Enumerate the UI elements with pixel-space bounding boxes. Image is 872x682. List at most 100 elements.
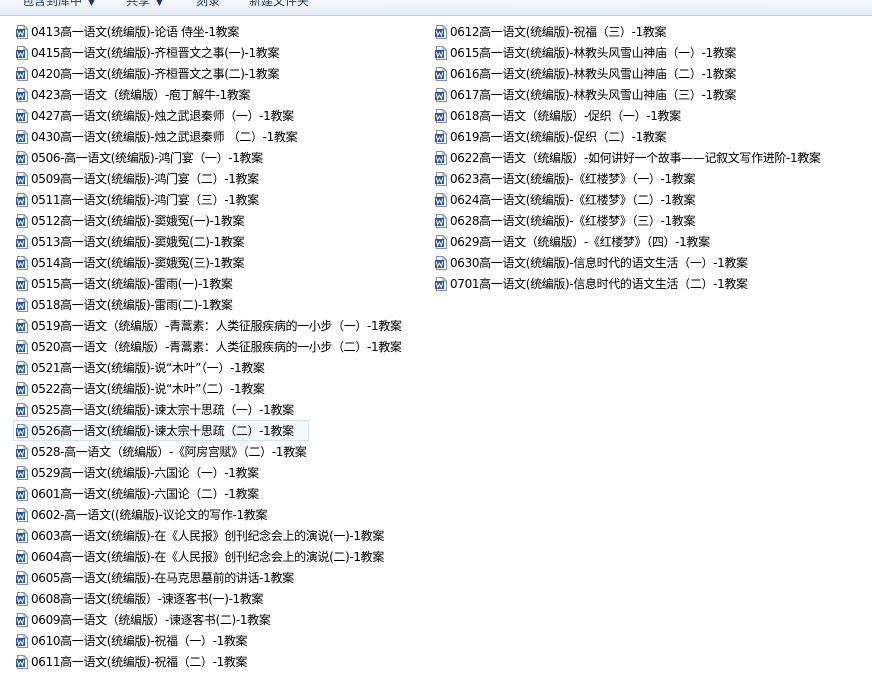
word-document-icon bbox=[16, 45, 28, 60]
file-item[interactable]: 0617高一语文(统编版)-林教头风雪山神庙（三）-1教案 bbox=[432, 84, 852, 105]
file-item[interactable]: 0514高一语文(统编版)-窦娥冤(三)-1教案 bbox=[13, 252, 429, 273]
file-item[interactable]: 0701高一语文(统编版)-信息时代的语文生活（二）-1教案 bbox=[432, 273, 852, 294]
word-document-icon bbox=[16, 24, 28, 39]
word-document-icon bbox=[16, 549, 28, 564]
file-item[interactable]: 0605高一语文(统编版)-在马克思墓前的讲话-1教案 bbox=[13, 567, 429, 588]
file-item[interactable]: 0610高一语文(统编版)-祝福（一）-1教案 bbox=[13, 630, 429, 651]
file-name: 0615高一语文(统编版)-林教头风雪山神庙（一）-1教案 bbox=[450, 45, 737, 60]
file-name: 0701高一语文(统编版)-信息时代的语文生活（二）-1教案 bbox=[450, 276, 748, 291]
file-item[interactable]: 0509高一语文(统编版)-鸿门宴（二）-1教案 bbox=[13, 168, 429, 189]
file-name: 0617高一语文(统编版)-林教头风雪山神庙（三）-1教案 bbox=[450, 87, 737, 102]
file-name: 0612高一语文(统编版)-祝福（三）-1教案 bbox=[450, 24, 667, 39]
file-item[interactable]: 0630高一语文(统编版)-信息时代的语文生活（一）-1教案 bbox=[432, 252, 852, 273]
file-item[interactable]: 0618高一语文（统编版）-促织（一）-1教案 bbox=[432, 105, 852, 126]
file-item[interactable]: 0522高一语文(统编版)-说“木叶”（二）-1教案 bbox=[13, 378, 429, 399]
word-document-icon bbox=[16, 297, 28, 312]
word-document-icon bbox=[435, 255, 447, 270]
explorer-window: 包含到库中 ▼ 共享 ▼ 刻录 新建文件夹 0413高一语文(统编版)-论语 侍坐-… bbox=[0, 0, 872, 682]
file-item[interactable]: 0513高一语文(统编版)-窦娥冤(二)-1教案 bbox=[13, 231, 429, 252]
file-name: 0623高一语文(统编版)-《红楼梦》（一）-1教案 bbox=[450, 171, 696, 186]
file-item[interactable]: 0604高一语文(统编版)-在《人民报》创刊纪念会上的演说(二)-1教案 bbox=[13, 546, 429, 567]
file-name: 0528-高一语文（统编版）-《阿房宫赋》（二）-1教案 bbox=[31, 444, 307, 459]
file-name: 0602-高一语文((统编版)-议论文的写作-1教案 bbox=[31, 507, 268, 522]
file-item[interactable]: 0520高一语文（统编版）-青蒿素：人类征服疾病的一小步（二）-1教案 bbox=[13, 336, 429, 357]
word-document-icon bbox=[16, 591, 28, 606]
file-item[interactable]: 0518高一语文(统编版)-雷雨(二)-1教案 bbox=[13, 294, 429, 315]
word-document-icon bbox=[16, 213, 28, 228]
file-column-left: 0413高一语文(统编版)-论语 侍坐-1教案 0415高一语文(统编版)-齐桓晋… bbox=[13, 21, 429, 672]
file-item[interactable]: 0616高一语文(统编版)-林教头风雪山神庙（二）-1教案 bbox=[432, 63, 852, 84]
chevron-down-icon: ▼ bbox=[156, 0, 163, 8]
file-item[interactable]: 0413高一语文(统编版)-论语 侍坐-1教案 bbox=[13, 21, 429, 42]
file-name: 0415高一语文(统编版)-齐桓晋文之事(一)-1教案 bbox=[31, 45, 280, 60]
file-item[interactable]: 0601高一语文(统编版)-六国论（二）-1教案 bbox=[13, 483, 429, 504]
file-name: 0603高一语文(统编版)-在《人民报》创刊纪念会上的演说(一)-1教案 bbox=[31, 528, 384, 543]
file-name: 0515高一语文(统编版)-雷雨(一)-1教案 bbox=[31, 276, 233, 291]
file-item[interactable]: 0615高一语文(统编版)-林教头风雪山神庙（一）-1教案 bbox=[432, 42, 852, 63]
new-folder-button[interactable]: 新建文件夹 bbox=[249, 0, 309, 9]
word-document-icon bbox=[16, 507, 28, 522]
file-item[interactable]: 0526高一语文(统编版)-谏太宗十思疏（二）-1教案 bbox=[13, 420, 309, 441]
file-name: 0619高一语文(统编版)-促织（二）-1教案 bbox=[450, 129, 667, 144]
file-column-right: 0612高一语文(统编版)-祝福（三）-1教案 0615高一语文(统编版)-林教头… bbox=[432, 21, 852, 294]
file-item[interactable]: 0519高一语文（统编版）-青蒿素：人类征服疾病的一小步（一）-1教案 bbox=[13, 315, 429, 336]
file-item[interactable]: 0506-高一语文(统编版)-鸿门宴（一）-1教案 bbox=[13, 147, 429, 168]
word-document-icon bbox=[16, 318, 28, 333]
file-item[interactable]: 0528-高一语文（统编版）-《阿房宫赋》（二）-1教案 bbox=[13, 441, 429, 462]
word-document-icon bbox=[16, 570, 28, 585]
file-item[interactable]: 0511高一语文(统编版)-鸿门宴（三）-1教案 bbox=[13, 189, 429, 210]
file-item[interactable]: 0423高一语文（统编版）-庖丁解牛-1教案 bbox=[13, 84, 429, 105]
file-name: 0525高一语文(统编版)-谏太宗十思疏（一）-1教案 bbox=[31, 402, 294, 417]
burn-button[interactable]: 刻录 bbox=[196, 0, 220, 9]
file-item[interactable]: 0608高一语文(统编版）-谏逐客书(一)-1教案 bbox=[13, 588, 429, 609]
word-document-icon bbox=[16, 192, 28, 207]
file-item[interactable]: 0609高一语文（统编版）-谏逐客书(二)-1教案 bbox=[13, 609, 429, 630]
file-item[interactable]: 0420高一语文(统编版)-齐桓晋文之事(二)-1教案 bbox=[13, 63, 429, 84]
file-item[interactable]: 0515高一语文(统编版)-雷雨(一)-1教案 bbox=[13, 273, 429, 294]
word-document-icon bbox=[16, 108, 28, 123]
file-item[interactable]: 0623高一语文(统编版)-《红楼梦》（一）-1教案 bbox=[432, 168, 852, 189]
file-name: 0529高一语文(统编版)-六国论（一）-1教案 bbox=[31, 465, 259, 480]
file-item[interactable]: 0427高一语文(统编版)-烛之武退秦师（一）-1教案 bbox=[13, 105, 429, 126]
share-label: 共享 bbox=[126, 0, 151, 8]
include-in-library-label: 包含到库中 bbox=[22, 0, 83, 8]
file-item[interactable]: 0415高一语文(统编版)-齐桓晋文之事(一)-1教案 bbox=[13, 42, 429, 63]
file-name: 0430高一语文(统编版)-烛之武退秦师 （二）-1教案 bbox=[31, 129, 298, 144]
file-item[interactable]: 0624高一语文(统编版)-《红楼梦》（二）-1教案 bbox=[432, 189, 852, 210]
word-document-icon bbox=[16, 402, 28, 417]
file-name: 0522高一语文(统编版)-说“木叶”（二）-1教案 bbox=[31, 381, 265, 396]
file-name: 0624高一语文(统编版)-《红楼梦》（二）-1教案 bbox=[450, 192, 696, 207]
word-document-icon bbox=[16, 486, 28, 501]
word-document-icon bbox=[435, 150, 447, 165]
file-item[interactable]: 0602-高一语文((统编版)-议论文的写作-1教案 bbox=[13, 504, 429, 525]
file-name: 0601高一语文(统编版)-六国论（二）-1教案 bbox=[31, 486, 259, 501]
file-name: 0610高一语文(统编版)-祝福（一）-1教案 bbox=[31, 633, 248, 648]
file-item[interactable]: 0629高一语文（统编版）-《红楼梦》（四）-1教案 bbox=[432, 231, 852, 252]
file-name: 0521高一语文(统编版)-说“木叶”（一）-1教案 bbox=[31, 360, 265, 375]
word-document-icon bbox=[435, 45, 447, 60]
file-name: 0630高一语文(统编版)-信息时代的语文生活（一）-1教案 bbox=[450, 255, 748, 270]
file-item[interactable]: 0512高一语文(统编版)-窦娥冤(一)-1教案 bbox=[13, 210, 429, 231]
word-document-icon bbox=[16, 234, 28, 249]
word-document-icon bbox=[435, 234, 447, 249]
file-item[interactable]: 0521高一语文(统编版)-说“木叶”（一）-1教案 bbox=[13, 357, 429, 378]
include-in-library-button[interactable]: 包含到库中 ▼ bbox=[22, 0, 95, 9]
file-item[interactable]: 0622高一语文（统编版）-如何讲好一个故事——记叙文写作进阶-1教案 bbox=[432, 147, 852, 168]
share-button[interactable]: 共享 ▼ bbox=[126, 0, 163, 9]
file-item[interactable]: 0628高一语文(统编版)-《红楼梦》（三）-1教案 bbox=[432, 210, 852, 231]
word-document-icon bbox=[16, 129, 28, 144]
file-item[interactable]: 0612高一语文(统编版)-祝福（三）-1教案 bbox=[432, 21, 852, 42]
file-name: 0423高一语文（统编版）-庖丁解牛-1教案 bbox=[31, 87, 251, 102]
file-item[interactable]: 0529高一语文(统编版)-六国论（一）-1教案 bbox=[13, 462, 429, 483]
file-item[interactable]: 0603高一语文(统编版)-在《人民报》创刊纪念会上的演说(一)-1教案 bbox=[13, 525, 429, 546]
file-item[interactable]: 0525高一语文(统编版)-谏太宗十思疏（一）-1教案 bbox=[13, 399, 429, 420]
file-item[interactable]: 0430高一语文(统编版)-烛之武退秦师 （二）-1教案 bbox=[13, 126, 429, 147]
file-name: 0509高一语文(统编版)-鸿门宴（二）-1教案 bbox=[31, 171, 259, 186]
file-item[interactable]: 0611高一语文(统编版)-祝福（二）-1教案 bbox=[13, 651, 429, 672]
word-document-icon bbox=[435, 213, 447, 228]
word-document-icon bbox=[16, 339, 28, 354]
word-document-icon bbox=[16, 654, 28, 669]
command-bar: 包含到库中 ▼ 共享 ▼ 刻录 新建文件夹 bbox=[0, 0, 872, 16]
file-name: 0629高一语文（统编版）-《红楼梦》（四）-1教案 bbox=[450, 234, 710, 249]
file-item[interactable]: 0619高一语文(统编版)-促织（二）-1教案 bbox=[432, 126, 852, 147]
